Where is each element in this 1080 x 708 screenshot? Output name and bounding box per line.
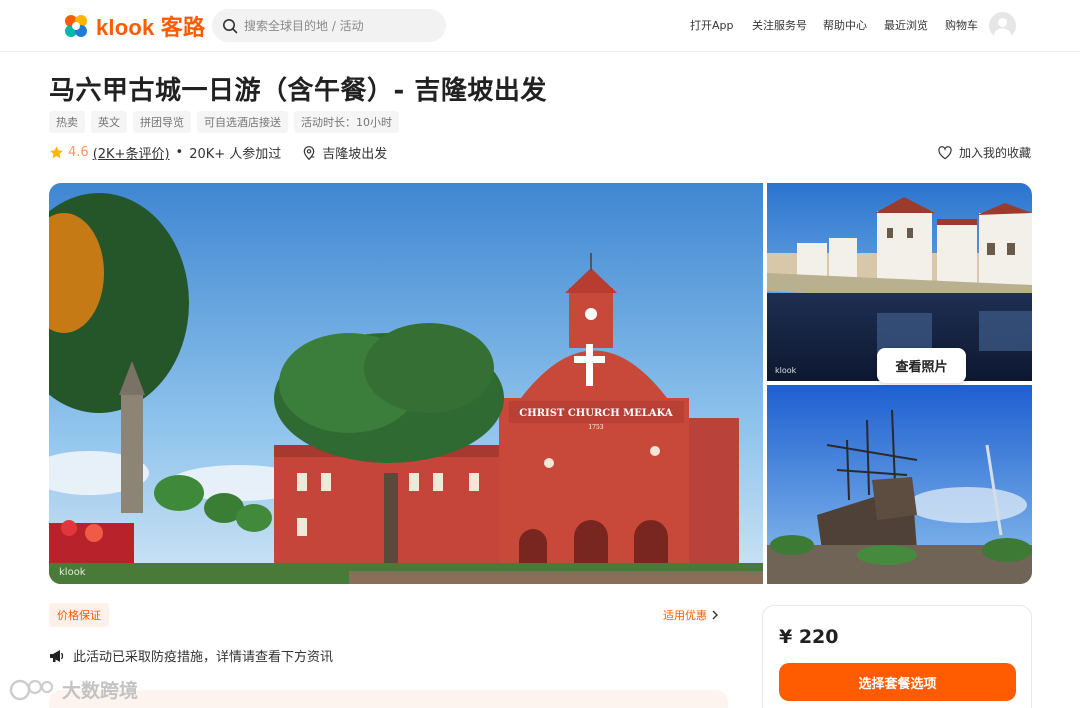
user-icon — [994, 18, 1011, 39]
activity-meta: 4.6 (2K+条评价) • 20K+ 人参加过 吉隆坡出发 — [49, 143, 387, 162]
select-package-button[interactable]: 选择套餐选项 — [779, 663, 1016, 701]
top-navigation-bar: klook 客路 打开App 关注服务号 帮助中心 最近浏览 购物车 — [0, 0, 1080, 52]
watermark-logo-icon — [9, 679, 54, 700]
departure-location: 吉隆坡出发 — [301, 143, 387, 162]
user-avatar[interactable] — [989, 12, 1016, 39]
safety-notice-text: 此活动已采取防疫措施，详情请查看下方资讯 — [73, 650, 334, 665]
meta-separator: • — [175, 145, 184, 160]
christ-church-image: CHRIST CHURCH MELAKA 1753 klook — [49, 183, 763, 584]
search-input[interactable] — [244, 18, 434, 33]
klook-logo-icon — [65, 15, 87, 37]
church-sign: CHRIST CHURCH MELAKA — [519, 408, 673, 419]
tag-group-tour: 拼团导览 — [133, 111, 191, 133]
search-icon — [223, 18, 238, 33]
photo-watermark-main: klook — [59, 567, 86, 578]
nav-follow-account[interactable]: 关注服务号 — [752, 17, 807, 33]
promo-link-label: 适用优惠 — [663, 609, 707, 622]
megaphone-icon — [50, 649, 64, 662]
klook-logo[interactable]: klook 客路 — [62, 11, 205, 41]
reviews-link[interactable]: (2K+条评价) — [93, 143, 170, 162]
photo-watermark-side: klook — [775, 366, 797, 375]
star-icon — [50, 146, 63, 159]
search-bar[interactable] — [212, 9, 446, 42]
tag-hotel-pickup: 可自选酒店接送 — [197, 111, 288, 133]
price-value: ¥ 220 — [779, 626, 839, 648]
nav-open-app[interactable]: 打开App — [690, 17, 734, 33]
safety-notice: 此活动已采取防疫措施，详情请查看下方资讯 — [49, 646, 333, 665]
logo-text: klook 客路 — [96, 15, 206, 40]
church-year: 1753 — [588, 424, 603, 431]
price-guarantee-badge: 价格保证 — [49, 603, 109, 627]
nav-cart[interactable]: 购物车 — [945, 17, 978, 33]
tag-hot: 热卖 — [49, 111, 85, 133]
chevron-right-icon — [712, 610, 718, 620]
nav-recently-viewed[interactable]: 最近浏览 — [884, 17, 928, 33]
ship-museum-image — [767, 385, 1032, 584]
activity-title: 马六甲古城一日游（含午餐）- 吉隆坡出发 — [49, 76, 547, 106]
add-to-favorites-button[interactable]: 加入我的收藏 — [937, 144, 1031, 161]
tag-language: 英文 — [91, 111, 127, 133]
highlight-card — [49, 690, 728, 708]
favorite-label: 加入我的收藏 — [959, 146, 1032, 160]
heart-icon — [938, 145, 952, 159]
side-photo-ship-museum[interactable] — [767, 385, 1032, 584]
watermark-text: 大数跨境 — [62, 680, 139, 702]
activity-tags: 热卖 英文 拼团导览 可自选酒店接送 活动时长：10小时 — [49, 111, 399, 133]
departure-text: 吉隆坡出发 — [322, 147, 388, 162]
rating-score: 4.6 — [68, 145, 89, 160]
view-photos-button[interactable]: 查看照片 — [877, 348, 966, 383]
participants-count: 20K+ 人参加过 — [189, 147, 282, 162]
booking-card: ¥ 220 选择套餐选项 — [762, 605, 1032, 708]
main-photo-christ-church[interactable]: CHRIST CHURCH MELAKA 1753 klook — [49, 183, 763, 584]
site-watermark: 大数跨境 — [8, 676, 138, 703]
tag-duration: 活动时长：10小时 — [294, 111, 399, 133]
promo-link[interactable]: 适用优惠 — [663, 607, 719, 623]
photo-gallery: CHRIST CHURCH MELAKA 1753 klook klook — [49, 183, 1032, 584]
nav-help-center[interactable]: 帮助中心 — [823, 17, 867, 33]
location-pin-icon — [304, 145, 315, 160]
